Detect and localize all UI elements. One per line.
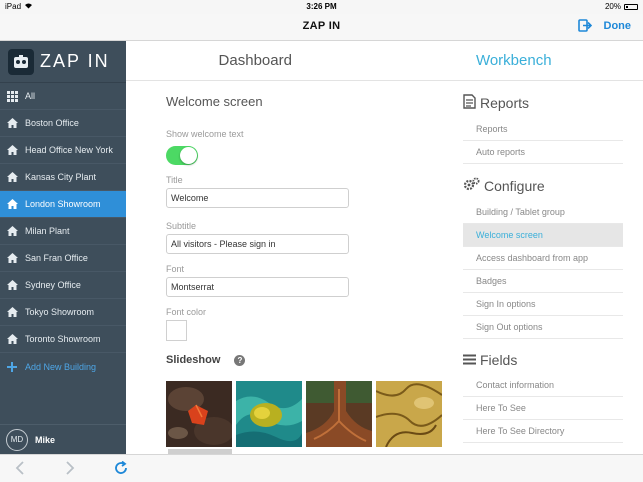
sidebar-item-london-showroom[interactable]: London Showroom: [0, 191, 126, 218]
home-icon: [6, 307, 18, 317]
configure-heading: Configure: [463, 177, 623, 195]
zapin-logo-icon: [8, 48, 34, 75]
slideshow-image[interactable]: [306, 381, 372, 447]
forward-icon[interactable]: [65, 461, 75, 480]
home-icon: [6, 226, 18, 236]
reports-heading-label: Reports: [480, 95, 530, 111]
sidebar-item-tokyo-showroom[interactable]: Tokyo Showroom: [0, 299, 126, 326]
menu-item-sign-in-options[interactable]: Sign In options: [463, 293, 623, 316]
sidebar-item-toronto-showroom[interactable]: Toronto Showroom: [0, 326, 126, 353]
sidebar-item-kansas-city-plant[interactable]: Kansas City Plant: [0, 164, 126, 191]
menu-item-auto-reports[interactable]: Auto reports: [463, 141, 623, 164]
home-icon: [6, 118, 18, 128]
slideshow-image[interactable]: [236, 381, 302, 447]
app-title: ZAP IN: [302, 20, 341, 32]
menu-item-contact-information[interactable]: Contact information: [463, 374, 623, 397]
home-icon: [6, 280, 18, 290]
sidebar-item-label: All: [25, 91, 36, 101]
menu-item-reports[interactable]: Reports: [463, 118, 623, 141]
sidebar-item-label: Boston Office: [25, 118, 79, 128]
slideshow-label: Slideshow: [166, 354, 221, 366]
font-color-label: Font color: [166, 307, 207, 317]
sidebar-item-sydney-office[interactable]: Sydney Office: [0, 272, 126, 299]
menu-item-sign-out-options[interactable]: Sign Out options: [463, 316, 623, 339]
font-label: Font: [166, 264, 185, 274]
list-icon: [463, 352, 476, 368]
font-input[interactable]: [166, 277, 349, 297]
exit-icon[interactable]: [577, 19, 592, 32]
sidebar-item-label: Toronto Showroom: [25, 334, 101, 344]
sidebar-item-label: Milan Plant: [25, 226, 70, 236]
slideshow-image[interactable]: [376, 381, 442, 447]
section-title: Welcome screen: [166, 94, 263, 109]
back-icon[interactable]: [15, 461, 25, 480]
status-bar: iPad 3:26 PM 20%: [0, 0, 643, 14]
document-icon: [463, 94, 476, 112]
menu-item-building-tablet-group[interactable]: Building / Tablet group: [463, 201, 623, 224]
refresh-icon[interactable]: [114, 460, 128, 480]
fields-heading: Fields: [463, 352, 623, 368]
done-button[interactable]: Done: [604, 20, 632, 32]
battery-icon: [624, 3, 638, 10]
title-label: Title: [166, 175, 183, 185]
gears-icon: [463, 177, 480, 195]
sidebar-item-label: San Fran Office: [25, 253, 88, 263]
home-icon: [6, 334, 18, 344]
title-input[interactable]: [166, 188, 349, 208]
slideshow-thumbnails: [166, 381, 442, 447]
menu-item-welcome-screen[interactable]: Welcome screen: [463, 224, 623, 247]
status-time: 3:26 PM: [306, 2, 337, 11]
subtitle-input[interactable]: [166, 234, 349, 254]
show-welcome-text-toggle[interactable]: [166, 146, 198, 165]
sidebar-item-label: Kansas City Plant: [25, 172, 97, 182]
tab-dashboard[interactable]: Dashboard: [126, 41, 385, 80]
sidebar-item-label: Sydney Office: [25, 280, 81, 290]
sidebar-item-label: Head Office New York: [25, 145, 113, 155]
sidebar: ZAP IN All Boston Office Head Office New…: [0, 41, 126, 454]
battery-label: 20%: [604, 2, 621, 11]
nav-bar: ZAP IN Done: [0, 14, 643, 41]
brand-name: ZAP IN: [40, 51, 110, 71]
add-building-button[interactable]: Add New Building: [0, 353, 126, 380]
sidebar-item-milan-plant[interactable]: Milan Plant: [0, 218, 126, 245]
menu-item-access-dashboard[interactable]: Access dashboard from app: [463, 247, 623, 270]
user-name: Mike: [35, 434, 56, 445]
plus-icon: [6, 361, 18, 372]
settings-menu: Reports Reports Auto reports Configure B…: [463, 81, 623, 443]
slideshow-image[interactable]: [166, 381, 232, 447]
menu-item-here-to-see[interactable]: Here To See: [463, 397, 623, 420]
top-tabs: Dashboard Workbench: [126, 41, 643, 81]
help-icon[interactable]: ?: [234, 354, 246, 366]
sidebar-item-label: London Showroom: [25, 199, 101, 209]
home-icon: [6, 199, 18, 209]
slideshow-header: Slideshow ?: [166, 354, 350, 366]
subtitle-label: Subtitle: [166, 221, 197, 231]
show-welcome-text-label: Show welcome text: [166, 129, 244, 139]
sidebar-item-boston-office[interactable]: Boston Office: [0, 110, 126, 137]
sidebar-item-san-fran-office[interactable]: San Fran Office: [0, 245, 126, 272]
avatar: MD: [6, 428, 28, 451]
sidebar-item-head-office-new-york[interactable]: Head Office New York: [0, 137, 126, 164]
font-color-swatch[interactable]: [166, 320, 187, 341]
menu-item-badges[interactable]: Badges: [463, 270, 623, 293]
welcome-settings-panel: Welcome screen Show welcome text Title S…: [166, 81, 350, 366]
menu-item-here-to-see-directory[interactable]: Here To See Directory: [463, 420, 623, 443]
sidebar-item-label: Tokyo Showroom: [25, 307, 95, 317]
home-icon: [6, 253, 18, 263]
grid-icon: [6, 90, 18, 102]
user-profile[interactable]: MD Mike: [0, 424, 126, 454]
tab-workbench[interactable]: Workbench: [385, 41, 643, 80]
add-building-label: Add New Building: [25, 361, 97, 372]
configure-heading-label: Configure: [484, 178, 545, 194]
sidebar-item-all[interactable]: All: [0, 83, 126, 110]
bottom-toolbar: [0, 454, 643, 482]
fields-heading-label: Fields: [480, 352, 518, 368]
home-icon: [6, 172, 18, 182]
main-content: Welcome screen Show welcome text Title S…: [126, 81, 643, 454]
brand: ZAP IN: [0, 41, 126, 83]
reports-heading: Reports: [463, 94, 623, 112]
home-icon: [6, 145, 18, 155]
